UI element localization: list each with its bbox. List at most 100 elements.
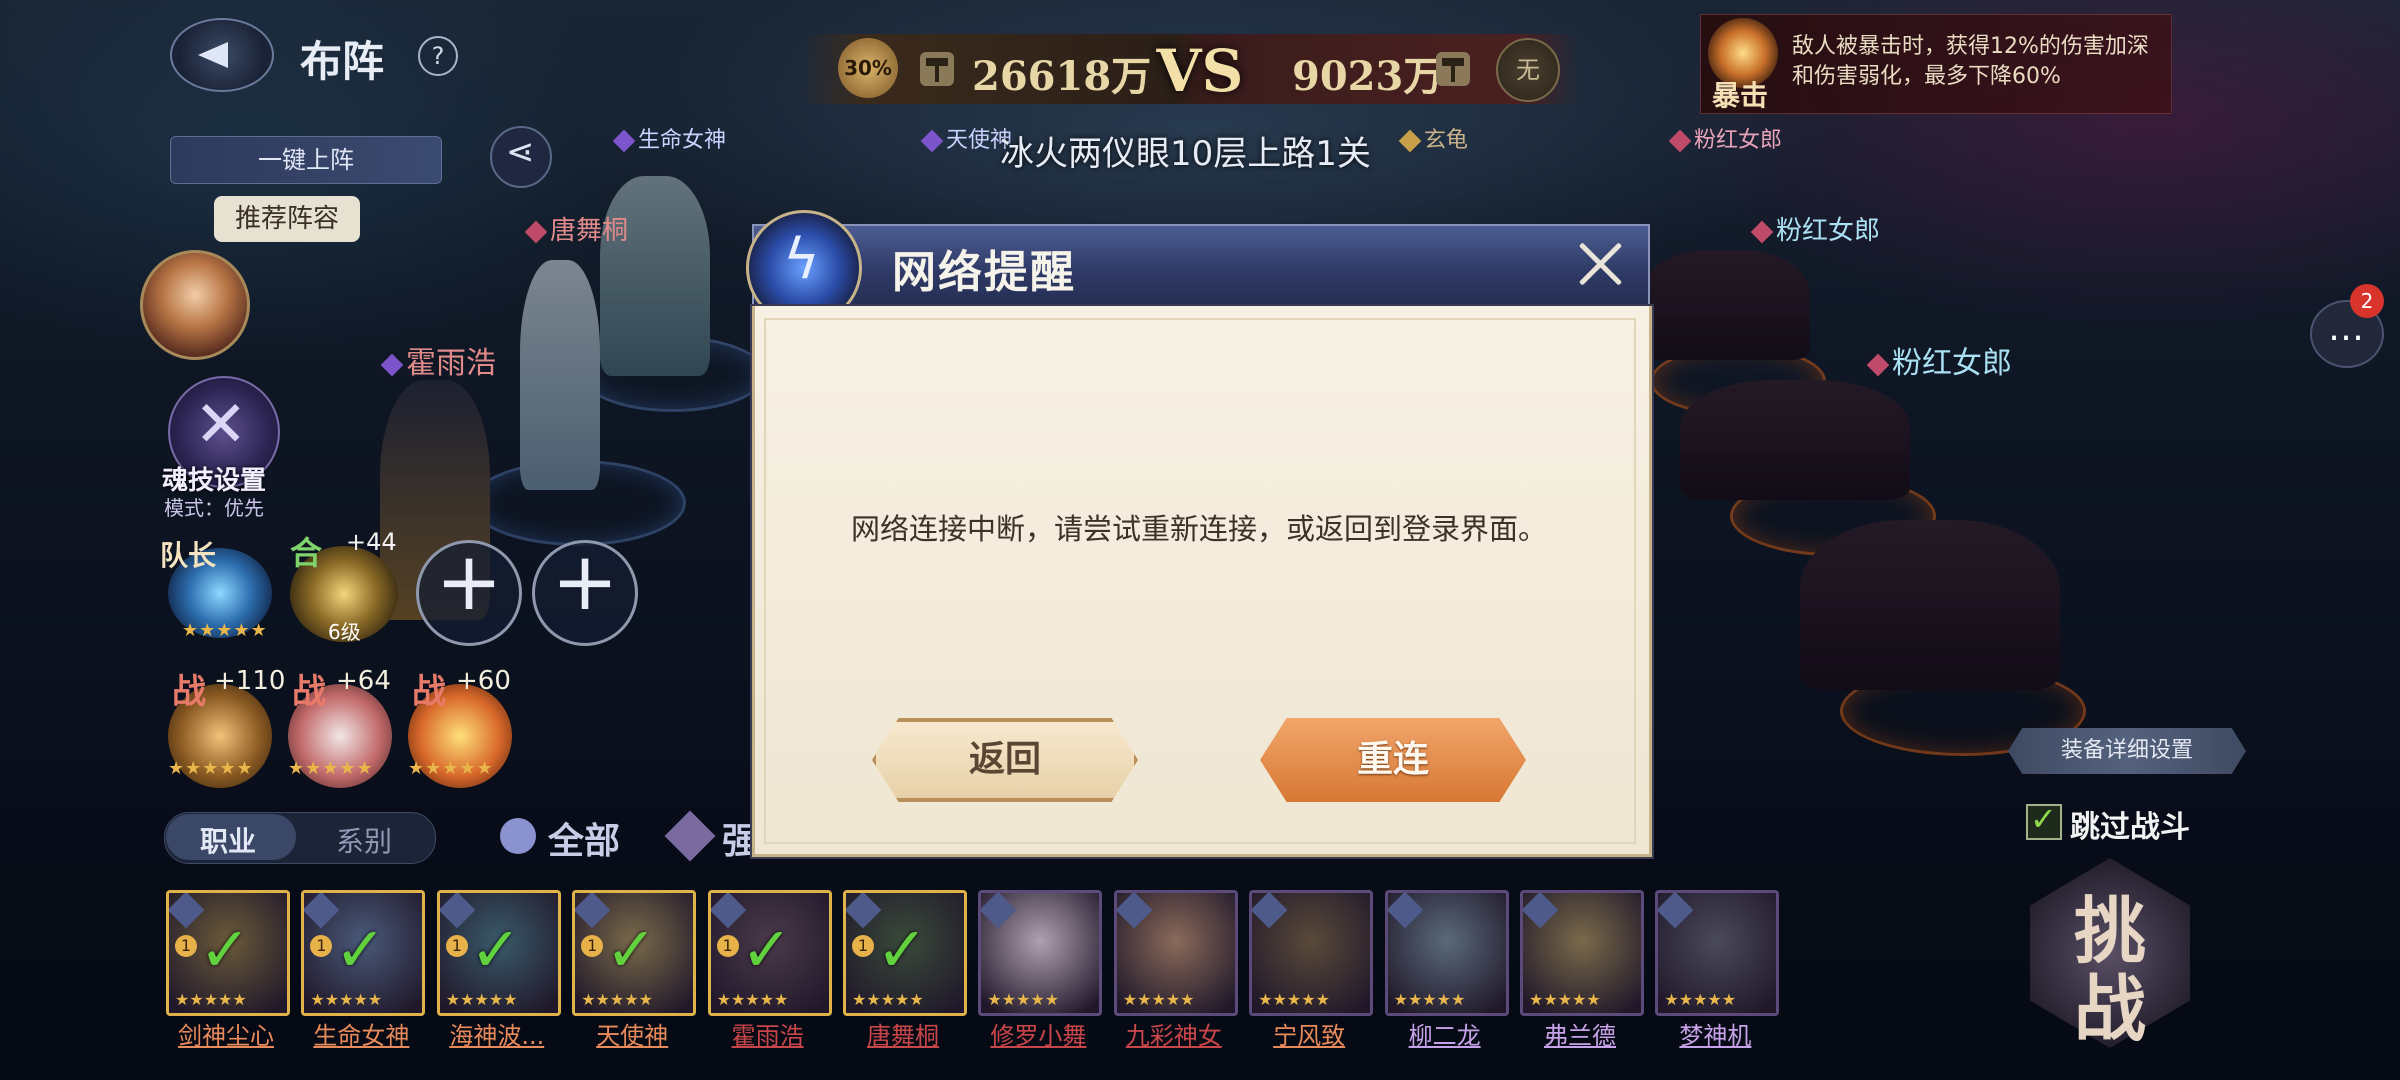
hero-stars: ★★★★★ [852, 990, 924, 1009]
crit-description: 敌人被暴击时，获得12%的伤害加深和伤害弱化，最多下降60% [1792, 34, 2149, 89]
tab-series[interactable]: 系别 [336, 820, 392, 860]
hero-name[interactable]: 生命女神 [293, 1016, 429, 1051]
hero-level-badge: 1 [445, 935, 468, 957]
modal-message: 网络连接中断，请尝试重新连接，或返回到登录界面。 [850, 512, 1547, 546]
back-button[interactable] [170, 18, 274, 92]
hero-stars: ★★★★★ [1529, 990, 1601, 1009]
hero-name[interactable]: 修罗小舞 [970, 1016, 1106, 1051]
help-button[interactable]: ? [418, 36, 458, 76]
hero-card[interactable]: 1 ✓ ★★★★★ [436, 890, 561, 1016]
hero-card[interactable]: 1 ✓ ★★★★★ [572, 890, 697, 1016]
leader-label: 队长 [160, 539, 217, 572]
vs-emblem: VS [1156, 37, 1244, 105]
modal-title: 网络提醒 [892, 247, 1076, 298]
chat-unread-badge: 2 [2350, 284, 2384, 318]
war-stars: ★★★★★ [288, 758, 374, 779]
selected-check-icon: ✓ [605, 913, 658, 986]
add-slot-button[interactable] [532, 535, 638, 646]
selected-check-icon: ✓ [469, 913, 522, 986]
hero-card[interactable]: ★★★★★ [1520, 890, 1644, 1016]
all-filter-icon [500, 818, 536, 854]
enemy-power-value: 9023万 [1292, 53, 1444, 100]
filter-all[interactable]: 全部 [548, 812, 620, 864]
combo-label: 合 [290, 534, 323, 572]
hero-name[interactable]: 天使神 [564, 1016, 700, 1051]
modal-header [752, 224, 1650, 311]
soul-skill-mode: 模式：优先 [164, 496, 264, 520]
player-avatar[interactable] [140, 250, 250, 360]
war-stars: ★★★★★ [168, 758, 254, 779]
war-bonus: +110 [214, 666, 286, 696]
ally-name-tag: 唐舞桐 [524, 210, 628, 247]
hero-card[interactable]: 1 ✓ ★★★★★ [301, 890, 426, 1016]
hero-card[interactable]: ★★★★★ [1655, 890, 1780, 1016]
war-label: 战 [412, 672, 446, 712]
hero-stars: ★★★★★ [1393, 990, 1466, 1009]
hero-name[interactable]: 宁风致 [1241, 1016, 1377, 1051]
add-slot-button[interactable] [416, 535, 522, 646]
skip-battle-checkbox[interactable] [2026, 800, 2062, 840]
hero-stars: ★★★★★ [1122, 990, 1195, 1009]
hero-stars: ★★★★★ [175, 990, 247, 1009]
war-label: 战 [172, 672, 206, 712]
hero-name[interactable]: 剑神尘心 [158, 1016, 294, 1051]
hero-stars: ★★★★★ [987, 990, 1060, 1009]
ally-name-tag: 霍雨浩 [380, 338, 496, 382]
hero-card[interactable]: ★★★★★ [1249, 890, 1374, 1016]
hero-stars: ★★★★★ [716, 990, 789, 1009]
enemy-element-badge: 无 [1496, 38, 1560, 102]
hero-card[interactable]: ★★★★★ [978, 890, 1103, 1016]
war-stars: ★★★★★ [408, 758, 494, 779]
crit-label: 暴击 [1712, 79, 1769, 112]
back-arrow-icon [198, 42, 228, 68]
hero-card[interactable]: ★★★★★ [1113, 890, 1238, 1016]
power-percent-badge: 30% [838, 38, 898, 98]
hero-stars: ★★★★★ [310, 990, 383, 1009]
hero-level-badge: 1 [852, 935, 874, 957]
equipment-settings-button[interactable]: 装备详细设置 [2008, 728, 2246, 774]
selected-check-icon: ✓ [199, 913, 251, 986]
hero-stars: ★★★★★ [1258, 990, 1330, 1009]
hero-stars: ★★★★★ [581, 990, 653, 1009]
combo-bonus: +44 [346, 528, 397, 556]
stage-name: 冰火两仪眼10层上路1关 [1000, 134, 1371, 174]
share-icon[interactable] [490, 126, 552, 188]
hero-name[interactable]: 霍雨浩 [700, 1016, 836, 1051]
power-hammer-icon [920, 52, 954, 86]
hero-name[interactable]: 柳二龙 [1377, 1016, 1513, 1051]
hero-level-badge: 1 [716, 935, 739, 957]
hero-name[interactable]: 弗兰德 [1512, 1016, 1648, 1051]
hero-stars: ★★★★★ [1664, 990, 1737, 1009]
hero-name[interactable]: 海神波... [429, 1016, 565, 1051]
return-button[interactable]: 返回 [872, 718, 1138, 802]
selected-check-icon: ✓ [334, 913, 387, 986]
enemy-tag: 粉红女郎 [1668, 122, 1782, 154]
challenge-label[interactable]: 挑战 [2040, 892, 2180, 1048]
close-icon[interactable] [1572, 236, 1628, 292]
hero-level-badge: 1 [175, 935, 197, 957]
enemy-name-tag: 粉红女郎 [1750, 210, 1880, 247]
hero-name[interactable]: 梦神机 [1647, 1016, 1783, 1051]
selected-check-icon: ✓ [740, 913, 793, 986]
power-hammer-icon [1436, 52, 1470, 86]
leader-stars: ★★★★★ [182, 620, 268, 641]
reconnect-button[interactable]: 重连 [1260, 718, 1526, 802]
ally-power-value: 26618万 [972, 53, 1152, 100]
hero-card[interactable]: ★★★★★ [1384, 890, 1509, 1016]
selected-check-icon: ✓ [876, 913, 928, 986]
enemy-tag: 玄龟 [1398, 122, 1468, 154]
war-bonus: +64 [336, 666, 391, 696]
combo-level: 6级 [328, 620, 361, 644]
recommend-lineup-button[interactable]: 推荐阵容 [214, 196, 360, 242]
hero-card[interactable]: 1 ✓ ★★★★★ [166, 890, 290, 1016]
one-click-deploy-button[interactable]: 一键上阵 [170, 136, 442, 184]
skip-battle-label[interactable]: 跳过战斗 [2070, 802, 2190, 846]
hero-card[interactable]: 1 ✓ ★★★★★ [707, 890, 832, 1016]
tab-profession[interactable]: 职业 [200, 820, 256, 860]
hero-name[interactable]: 唐舞桐 [835, 1016, 971, 1051]
page-title: 布阵 [300, 37, 385, 86]
hero-stars: ★★★★★ [445, 990, 518, 1009]
war-bonus: +60 [456, 666, 511, 696]
hero-name[interactable]: 九彩神女 [1106, 1016, 1242, 1051]
hero-card[interactable]: 1 ✓ ★★★★★ [843, 890, 967, 1016]
